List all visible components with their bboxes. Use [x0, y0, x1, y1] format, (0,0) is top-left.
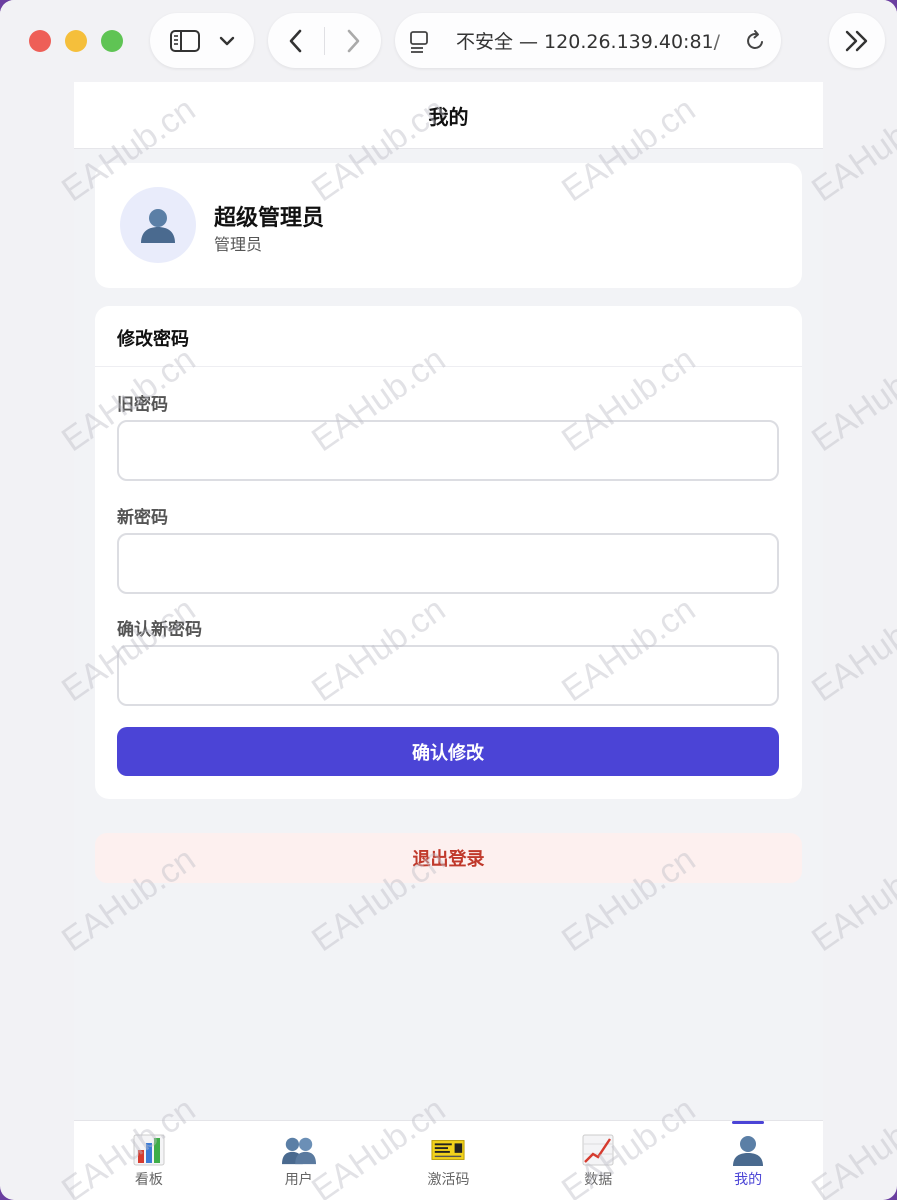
profile-role: 管理员: [214, 235, 263, 254]
tab-label: 数据: [584, 1172, 613, 1188]
new-password-label: 新密码: [117, 508, 168, 528]
change-password-card: 修改密码 旧密码 新密码 确认新密码 确认修改: [95, 306, 802, 799]
page-content: 我的 超级管理员 管理员 修改密码 旧密码 新密码 确认新密码 确认修改 退出登…: [74, 82, 823, 1200]
user-avatar-icon: [139, 206, 177, 244]
person-icon: [731, 1133, 765, 1167]
more-toolbar-button[interactable]: [829, 13, 885, 68]
forward-button[interactable]: [325, 13, 381, 68]
ticket-icon: [431, 1133, 466, 1167]
url-text[interactable]: 不安全 — 120.26.139.40:81/: [431, 27, 745, 54]
chevron-left-icon: [288, 28, 304, 54]
users-icon: [281, 1133, 316, 1167]
address-bar[interactable]: 不安全 — 120.26.139.40:81/: [395, 13, 781, 68]
active-tab-indicator: [732, 1121, 765, 1124]
logout-button[interactable]: 退出登录: [95, 833, 802, 883]
bottom-tab-bar: 看板 用户 激活码 数据 我的: [74, 1120, 823, 1200]
confirm-password-label: 确认新密码: [117, 620, 202, 640]
tab-label: 我的: [734, 1172, 763, 1188]
tab-profile[interactable]: 我的: [673, 1121, 823, 1200]
history-nav-group: [268, 13, 381, 68]
tab-label: 看板: [134, 1172, 163, 1188]
tab-users[interactable]: 用户: [224, 1121, 374, 1200]
tab-activation-codes[interactable]: 激活码: [374, 1121, 524, 1200]
new-password-field[interactable]: [117, 533, 779, 594]
tab-label: 激活码: [427, 1172, 470, 1188]
zoom-window-button[interactable]: [101, 30, 123, 52]
close-window-button[interactable]: [29, 30, 51, 52]
reader-icon[interactable]: [409, 29, 431, 53]
minimize-window-button[interactable]: [65, 30, 87, 52]
sidebar-icon[interactable]: [169, 29, 201, 53]
change-password-title: 修改密码: [95, 306, 802, 367]
confirm-change-button[interactable]: 确认修改: [117, 727, 779, 776]
chevron-right-icon: [345, 28, 361, 54]
bar-chart-icon: [132, 1133, 166, 1167]
old-password-field[interactable]: [117, 420, 779, 481]
browser-toolbar: 不安全 — 120.26.139.40:81/: [0, 0, 897, 82]
double-chevron-right-icon: [843, 29, 871, 53]
sidebar-toggle-group: [150, 13, 254, 68]
tab-dashboard[interactable]: 看板: [74, 1121, 224, 1200]
tab-data[interactable]: 数据: [523, 1121, 673, 1200]
tab-label: 用户: [284, 1172, 313, 1188]
avatar: [120, 187, 196, 263]
old-password-label: 旧密码: [117, 395, 168, 415]
page-title: 我的: [74, 82, 823, 149]
profile-name: 超级管理员: [214, 206, 325, 231]
line-chart-icon: [581, 1133, 615, 1167]
reload-icon[interactable]: [745, 29, 767, 53]
confirm-password-field[interactable]: [117, 645, 779, 706]
browser-window: 不安全 — 120.26.139.40:81/ 我的 超级管理员 管理员 修改密…: [0, 0, 897, 1200]
profile-card: 超级管理员 管理员: [95, 163, 802, 288]
back-button[interactable]: [268, 13, 324, 68]
chevron-down-icon[interactable]: [218, 34, 236, 48]
